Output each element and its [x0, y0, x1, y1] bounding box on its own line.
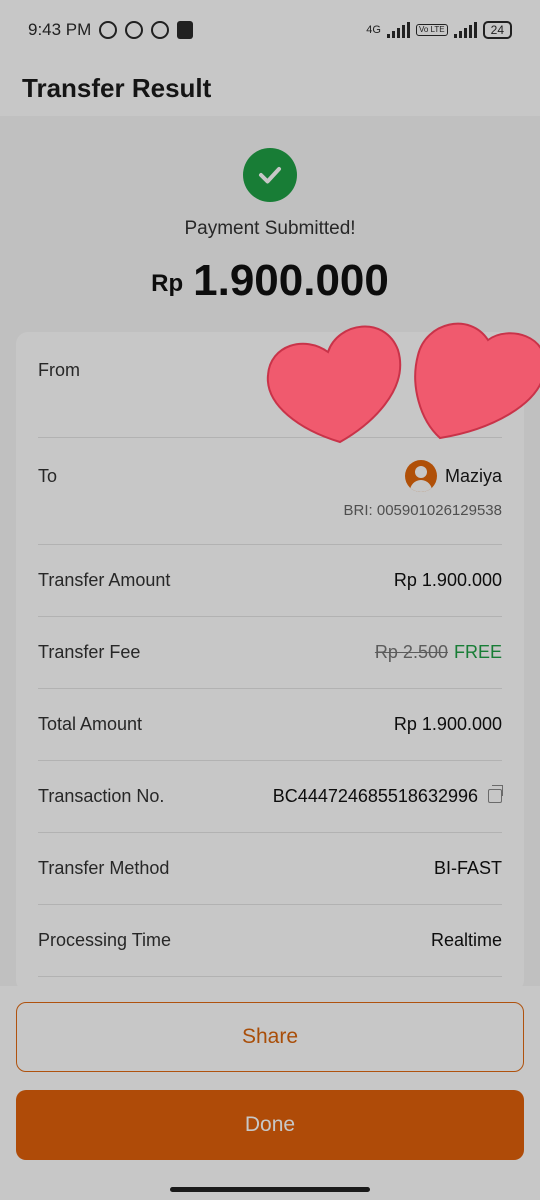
detail-row-to: To Maziya BRI: 005901026129538: [38, 438, 502, 545]
network-label: 4G: [366, 24, 381, 36]
share-button[interactable]: Share: [16, 1002, 524, 1072]
transfer-amount-value: Rp 1.900.000: [393, 570, 502, 590]
amount-currency: Rp: [151, 270, 184, 297]
fee-free-badge: FREE: [453, 642, 502, 662]
alarm-icon: [99, 21, 118, 39]
transfer-fee-label: Transfer Fee: [38, 642, 141, 662]
transfer-amount-label: Transfer Amount: [38, 570, 171, 590]
signal-icon: [453, 22, 477, 38]
done-button[interactable]: Done: [16, 1090, 524, 1160]
payment-status: Payment Submitted!: [184, 218, 356, 239]
app-icon: [125, 21, 144, 39]
amount-value: 1.900.000: [193, 256, 389, 305]
transaction-no-label: Transaction No.: [38, 786, 165, 806]
total-amount-value: Rp 1.900.000: [393, 714, 502, 734]
processing-time-value: Realtime: [430, 930, 502, 950]
status-bar: 9:43 PM 4G Vo LTE 24: [0, 0, 540, 60]
transaction-no-value: BC444724685518632996: [272, 785, 503, 807]
total-amount-label: Total Amount: [38, 714, 143, 734]
copy-icon[interactable]: [488, 785, 503, 803]
home-indicator[interactable]: [170, 1187, 370, 1192]
app-icon: [151, 21, 170, 39]
transfer-fee-value: Rp 2.500 FREE: [375, 642, 502, 663]
detail-row-transfer-method: Transfer Method BI-FAST: [38, 833, 502, 905]
detail-row-processing-time: Processing Time Realtime: [38, 905, 502, 977]
transaction-no-text: BC444724685518632996: [272, 786, 478, 806]
detail-row-transfer-amount: Transfer Amount Rp 1.900.000: [38, 545, 502, 617]
to-label: To: [38, 466, 58, 486]
check-icon: [243, 148, 297, 202]
fee-original: Rp 2.500: [374, 642, 448, 662]
app-bar: Transfer Result: [0, 60, 540, 116]
volte-badge: Vo LTE: [415, 24, 448, 36]
from-label: From: [38, 360, 80, 380]
to-account: BRI: 005901026129538: [343, 502, 502, 519]
detail-row-total-amount: Total Amount Rp 1.900.000: [38, 689, 502, 761]
status-time: 9:43 PM: [28, 20, 92, 39]
bottom-actions: Share Done: [0, 986, 540, 1200]
battery-icon: 24: [482, 21, 512, 39]
transfer-method-value: BI-FAST: [433, 858, 502, 878]
result-content: Payment Submitted! Rp1.900.000 From Pa 9…: [0, 116, 540, 992]
avatar-icon: [404, 460, 437, 492]
detail-row-transfer-fee: Transfer Fee Rp 2.500 FREE: [38, 617, 502, 689]
bag-icon: [177, 21, 194, 39]
page-title: Transfer Result: [22, 72, 212, 103]
signal-icon: [386, 22, 410, 38]
to-name: Maziya: [444, 465, 502, 486]
detail-row-transaction-no: Transaction No. BC444724685518632996: [38, 761, 503, 833]
processing-time-label: Processing Time: [38, 930, 172, 950]
heart-sticker: [266, 322, 540, 444]
amount-display: Rp 1.900.000: [0, 256, 540, 306]
transfer-method-label: Transfer Method: [38, 858, 170, 878]
